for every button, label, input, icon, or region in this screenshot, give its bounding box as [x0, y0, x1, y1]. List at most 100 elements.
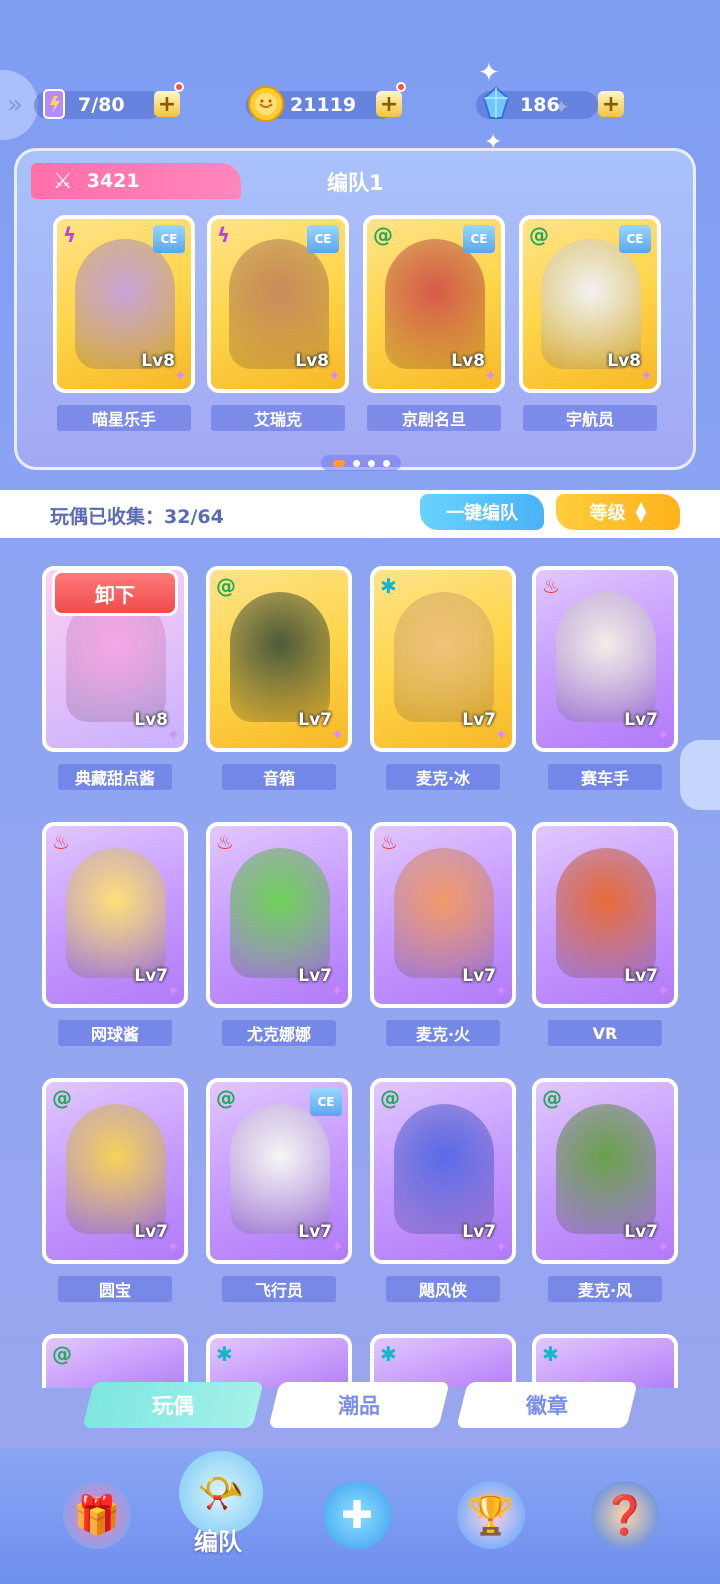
element-icon: ✱ [216, 1342, 233, 1366]
sort-level-button[interactable]: 等级 ▲ ▼ [556, 494, 680, 530]
team-member-card[interactable]: @ CE Lv8 ✦ [519, 215, 661, 393]
ce-badge: CE [307, 225, 339, 253]
doll-card[interactable]: ♨ Lv7 ✦ [42, 822, 188, 1008]
doll-name: 典藏甜点酱 [58, 764, 172, 790]
collection-bar: 玩偶已收集：32/64 一键编队 等级 ▲ ▼ [0, 490, 720, 538]
sparkle-star-icon: ✦ [656, 981, 670, 1000]
team-member-card[interactable]: @ CE Lv8 ✦ [363, 215, 505, 393]
page-dot [352, 459, 360, 467]
sparkle-star-icon: ✦ [494, 725, 508, 744]
doll-level: Lv8 [141, 351, 175, 371]
card-frame: @ CE Lv7 ✦ [206, 1078, 352, 1264]
doll-portrait [229, 239, 329, 369]
element-icon: ♨ [542, 574, 560, 598]
team-member-card[interactable]: ϟ CE Lv8 ✦ [53, 215, 195, 393]
nav-team-label: 编队 [194, 1528, 242, 1556]
team-member-card[interactable]: ϟ CE Lv8 ✦ [207, 215, 349, 393]
element-icon: @ [216, 1086, 236, 1110]
team-panel: ⚔ 3421 编队1 ϟ CE Lv8 ✦ 喵星乐手 ϟ CE Lv8 ✦ 艾瑞… [14, 148, 696, 471]
tab-label: 潮品 [338, 1394, 380, 1418]
doll-card[interactable]: ♨ Lv7 ✦ [532, 566, 678, 752]
element-wind-icon: @ [529, 223, 549, 247]
doll-card[interactable]: @ Lv7 ✦ [42, 1078, 188, 1264]
element-wind-icon: @ [373, 223, 393, 247]
nav-mystery[interactable]: ❓ [580, 1470, 670, 1560]
coin-icon [246, 84, 286, 124]
gamepad-icon: ✚ [323, 1481, 391, 1549]
doll-card[interactable]: ♨ Lv7 ✦ [370, 822, 516, 1008]
doll-level: Lv7 [298, 966, 332, 986]
doll-card[interactable]: ♨ Lv7 ✦ [206, 822, 352, 1008]
card-frame: ϟ CE Lv8 ✦ [207, 215, 349, 393]
element-icon: @ [52, 1342, 72, 1366]
crystal-icon [476, 84, 516, 124]
doll-portrait [385, 239, 485, 369]
element-icon: ♨ [52, 830, 70, 854]
card-frame: @ Lv7 ✦ [532, 1078, 678, 1264]
doll-level: Lv7 [624, 1222, 658, 1242]
doll-portrait [394, 848, 494, 978]
sparkle-star-icon: ✦ [330, 725, 344, 744]
card-frame: @ CE Lv8 ✦ [519, 215, 661, 393]
doll-card[interactable]: ✱ Lv7 ✦ [370, 566, 516, 752]
doll-name: 麦克·火 [386, 1020, 500, 1046]
add-crystals-button[interactable]: + [598, 91, 624, 117]
element-icon: @ [542, 1086, 562, 1110]
resource-bar: 7/80 + 21119 + 186 + [0, 70, 720, 140]
ce-badge: CE [619, 225, 651, 253]
doll-name: 麦克·风 [548, 1276, 662, 1302]
quick-team-label: 一键编队 [446, 503, 518, 524]
element-icon: ♨ [216, 830, 234, 854]
sparkle-star-icon: ✦ [494, 1237, 508, 1256]
page-dot-active [332, 459, 345, 467]
ce-badge: CE [153, 225, 185, 253]
card-frame: @ Lv7 ✦ [206, 566, 352, 752]
ce-badge: CE [463, 225, 495, 253]
card-frame: ✱ Lv7 ✦ [370, 566, 516, 752]
doll-card[interactable]: Lv7 ✦ [532, 822, 678, 1008]
sparkle-star-icon: ✦ [639, 366, 653, 385]
category-tabs: 玩偶 潮品 徽章 [0, 1380, 720, 1440]
doll-card[interactable]: @ CE Lv7 ✦ [206, 1078, 352, 1264]
doll-card[interactable]: @ Lv7 ✦ [532, 1078, 678, 1264]
unequip-button[interactable]: 卸下 [52, 570, 178, 616]
sparkle-star-icon: ✦ [166, 981, 180, 1000]
element-lightning-icon: ϟ [63, 223, 77, 247]
nav-gift[interactable]: 🎁 [52, 1470, 142, 1560]
doll-portrait [556, 1104, 656, 1234]
doll-name: VR [548, 1020, 662, 1046]
team-member-name: 喵星乐手 [57, 405, 191, 431]
unequip-label: 卸下 [95, 582, 135, 607]
resource-stamina: 7/80 + [34, 82, 184, 122]
nav-ranking[interactable]: 🏆 [446, 1470, 536, 1560]
tab-trendy-items[interactable]: 潮品 [268, 1382, 450, 1428]
tab-badges[interactable]: 徽章 [456, 1382, 638, 1428]
doll-card[interactable]: @ Lv7 ✦ [206, 566, 352, 752]
tab-dolls[interactable]: 玩偶 [82, 1382, 264, 1428]
doll-portrait [556, 848, 656, 978]
doll-name: 网球酱 [58, 1020, 172, 1046]
card-frame: @ Lv7 ✦ [42, 1078, 188, 1264]
element-icon: @ [380, 1086, 400, 1110]
element-icon: ✱ [380, 574, 397, 598]
page-dot [367, 459, 375, 467]
add-stamina-button[interactable]: + [154, 91, 180, 117]
doll-name: 赛车手 [548, 764, 662, 790]
sparkle-star-icon: ✦ [656, 1237, 670, 1256]
card-frame: @ CE Lv8 ✦ [363, 215, 505, 393]
nav-game[interactable]: ✚ [312, 1470, 402, 1560]
gift-box-icon: 🎁 [63, 1481, 131, 1549]
notification-dot [174, 82, 184, 92]
doll-name: 麦克·冰 [386, 764, 500, 790]
doll-card[interactable]: @ Lv7 ✦ [370, 1078, 516, 1264]
tab-label: 徽章 [526, 1394, 568, 1418]
add-coins-button[interactable]: + [376, 91, 402, 117]
sparkle-star-icon: ✦ [173, 366, 187, 385]
card-frame: ♨ Lv7 ✦ [206, 822, 352, 1008]
card-frame: Lv7 ✦ [532, 822, 678, 1008]
crossed-swords-icon: ⚔ [53, 168, 73, 194]
doll-portrait [230, 848, 330, 978]
energy-scroll-icon [34, 84, 74, 124]
element-icon: @ [216, 574, 236, 598]
quick-team-button[interactable]: 一键编队 [420, 494, 544, 530]
